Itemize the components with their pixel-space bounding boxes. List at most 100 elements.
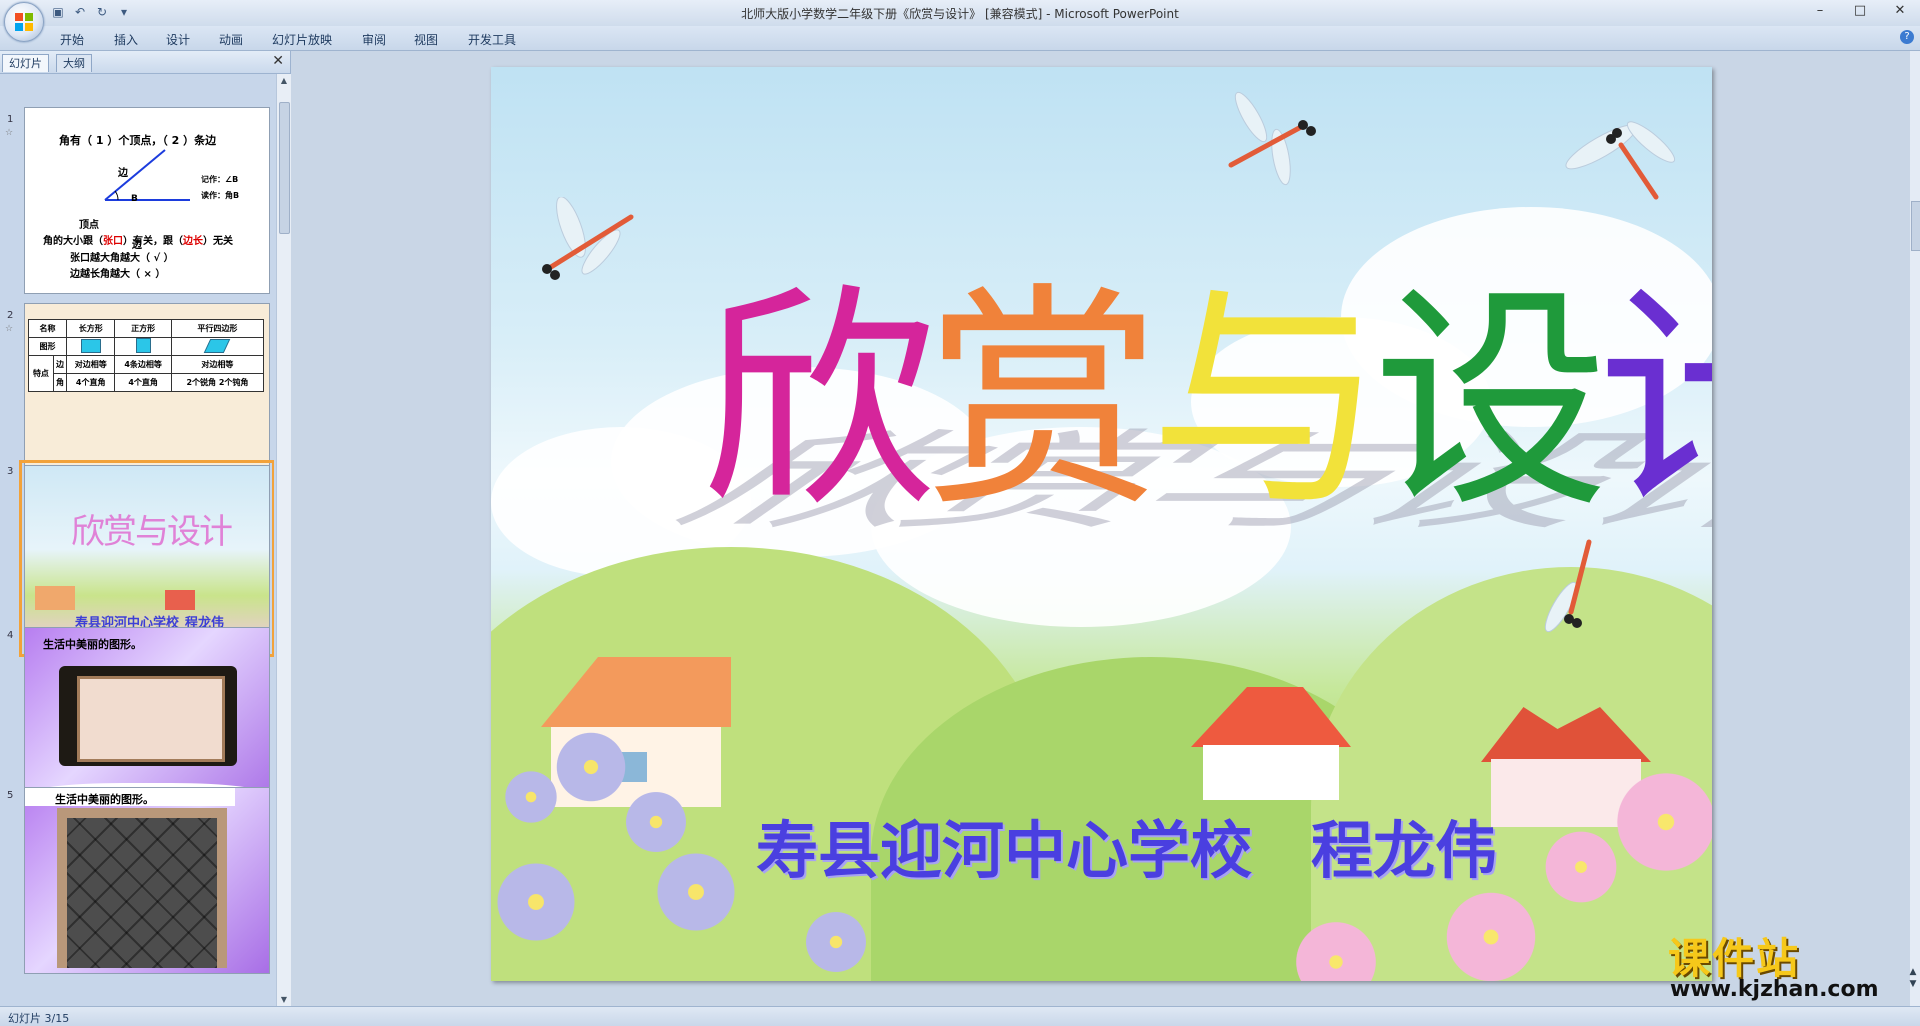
maximize-icon[interactable]: □ [1840, 0, 1880, 22]
table-cell: 角 [52, 373, 68, 392]
thumb5-label: 生活中美丽的图形。 [55, 793, 154, 806]
thumb1-line3: 张口越大角越大（ √ ） [70, 253, 174, 264]
angle-diagram [104, 149, 190, 201]
table-cell: 边 [52, 355, 68, 374]
previous-slide-icon[interactable]: ▲ [1906, 966, 1920, 978]
thumb3-house [35, 586, 75, 610]
thumb1-line1: 角有（ 1 ）个顶点，（ 2 ）条边 [59, 134, 217, 147]
flower [621, 787, 691, 857]
parallelogram-shape-icon [204, 338, 231, 353]
office-logo-icon [15, 13, 33, 31]
slide-thumbnails: 1 ☆ 角有（ 1 ）个顶点，（ 2 ）条边 边 边 顶点 B 记作：∠B 读作… [0, 74, 274, 1006]
dragonfly-icon [542, 197, 634, 280]
tab-slideshow[interactable]: 幻灯片放映 [272, 31, 332, 48]
thumb1-line2-c: ）无关 [203, 236, 233, 247]
thumb1-write-as: 记作：∠B [201, 175, 239, 184]
slide-thumbnail-2[interactable]: 名称 长方形 正方形 平行四边形 图形 特点 边 对边相等 4条边相等 对边相等 [24, 303, 270, 490]
table-cell: 特点 [28, 355, 54, 392]
flower [651, 847, 741, 937]
slide-title[interactable]: 欣赏与设计 [701, 264, 1712, 539]
slide-number: 1 [7, 114, 14, 125]
main-scroll-thumb[interactable] [1911, 201, 1920, 251]
pane-close-icon[interactable]: ✕ [272, 53, 284, 69]
slide-nav-arrows[interactable]: ▲ ▼ [1906, 966, 1920, 990]
table-cell: 4个直角 [114, 373, 172, 392]
thumb3-title: 欣赏与设计 [71, 512, 233, 552]
school-name[interactable]: 寿县迎河中心学校 [756, 800, 1252, 890]
table-header: 名称 [27, 319, 68, 338]
author-name[interactable]: 程龙伟 [1311, 800, 1497, 890]
slide-thumbnail-4[interactable]: 生活中美丽的图形。 [24, 627, 270, 814]
house-wall [1203, 745, 1339, 800]
title-bar: ▣ ↶ ↻ ▾ 北师大版小学数学二年级下册《欣赏与设计》 [兼容模式] - Mi… [0, 0, 1920, 27]
slide-thumbnail-1[interactable]: 角有（ 1 ）个顶点，（ 2 ）条边 边 边 顶点 B 记作：∠B 读作：角B … [24, 107, 270, 294]
table-cell: 2个锐角 2个钝角 [170, 373, 265, 392]
minimize-icon[interactable]: – [1800, 0, 1840, 22]
scroll-down-icon[interactable]: ▼ [277, 995, 291, 1004]
flower [551, 727, 631, 807]
animation-star-icon: ☆ [5, 324, 14, 334]
house-roof [1191, 687, 1351, 747]
slide-thumbnail-3[interactable]: 欣赏与设计 寿县迎河中心学校 程龙伟 [19, 460, 274, 657]
thumb1-angle-b: B [131, 194, 138, 204]
tab-slides[interactable]: 幻灯片 [2, 54, 49, 72]
table-cell: 图形 [27, 337, 68, 356]
thumb1-line2-red2: 边长 [183, 236, 203, 247]
table-cell: 4条边相等 [114, 355, 172, 374]
next-slide-icon[interactable]: ▼ [1906, 978, 1920, 990]
tab-outline[interactable]: 大纲 [56, 54, 92, 72]
pane-scrollbar[interactable]: ▲ ▼ [276, 74, 291, 1006]
ribbon-tabs: 开始 插入 设计 动画 幻灯片放映 审阅 视图 开发工具 ? [0, 26, 1920, 51]
rug-center [77, 676, 225, 762]
table-cell [114, 337, 172, 356]
dragonfly-icon [1565, 121, 1676, 200]
slide-thumbnail-5[interactable]: 生活中美丽的图形。 [24, 787, 270, 974]
tab-review[interactable]: 审阅 [362, 31, 386, 48]
watermark-url: www.kjzhan.com [1670, 977, 1879, 1002]
tab-design[interactable]: 设计 [166, 31, 190, 48]
tile-image [57, 808, 227, 968]
thumb1-vertex: 顶点 [79, 220, 99, 231]
help-icon[interactable]: ? [1900, 30, 1914, 44]
tab-developer[interactable]: 开发工具 [468, 31, 516, 48]
watermark-logo: 课件站 www.kjzhan.com [1668, 925, 1906, 1005]
pane-scroll-thumb[interactable] [279, 102, 290, 234]
rug-image [59, 666, 237, 766]
slide-number: 2 [7, 310, 14, 321]
close-icon[interactable]: ✕ [1880, 0, 1920, 22]
table-cell: 4个直角 [66, 373, 116, 392]
title-char: 与 [1149, 264, 1385, 539]
table-header: 长方形 [66, 319, 116, 338]
thumb1-line4: 边越长角越大（ × ） [70, 269, 166, 280]
office-button[interactable] [4, 2, 44, 42]
table-header: 平行四边形 [170, 319, 265, 338]
tab-animation[interactable]: 动画 [219, 31, 243, 48]
table-cell [66, 337, 116, 356]
table-cell: 对边相等 [170, 355, 265, 374]
current-slide[interactable]: 欣赏与设计 欣赏与设计 寿县迎河中心学校 程龙伟 [491, 67, 1712, 981]
tab-insert[interactable]: 插入 [114, 31, 138, 48]
table-cell [170, 337, 265, 356]
tab-view[interactable]: 视图 [414, 31, 438, 48]
pink-flower [1441, 887, 1541, 981]
tab-home[interactable]: 开始 [60, 31, 84, 48]
slides-pane: 幻灯片 大纲 ✕ 1 ☆ 角有（ 1 ）个顶点，（ 2 ）条边 边 边 顶点 B… [0, 51, 291, 1006]
slide-number: 5 [7, 790, 14, 801]
window-controls: – □ ✕ [1800, 0, 1920, 22]
thumb1-side-a: 边 [118, 168, 128, 179]
shape-table: 名称 长方形 正方形 平行四边形 图形 特点 边 对边相等 4条边相等 对边相等 [27, 319, 265, 392]
pane-tabs: 幻灯片 大纲 ✕ [0, 51, 290, 74]
flower [491, 857, 581, 947]
dragonfly-icon [1228, 91, 1316, 186]
table-cell: 对边相等 [66, 355, 116, 374]
thumb1-line2-a: 角的大小跟（ [43, 236, 103, 247]
dragonfly-icon [1544, 539, 1592, 633]
thumb3-house [165, 590, 195, 610]
thumb1-line2: 角的大小跟（张口）有关，跟（边长）无关 [43, 232, 233, 247]
table-header: 正方形 [114, 319, 172, 338]
scroll-up-icon[interactable]: ▲ [277, 76, 291, 85]
window-title: 北师大版小学数学二年级下册《欣赏与设计》 [兼容模式] - Microsoft … [741, 7, 1179, 21]
title-char: 欣 [701, 264, 937, 539]
main-scrollbar[interactable] [1910, 51, 1920, 1006]
slide-number: 4 [7, 630, 14, 641]
